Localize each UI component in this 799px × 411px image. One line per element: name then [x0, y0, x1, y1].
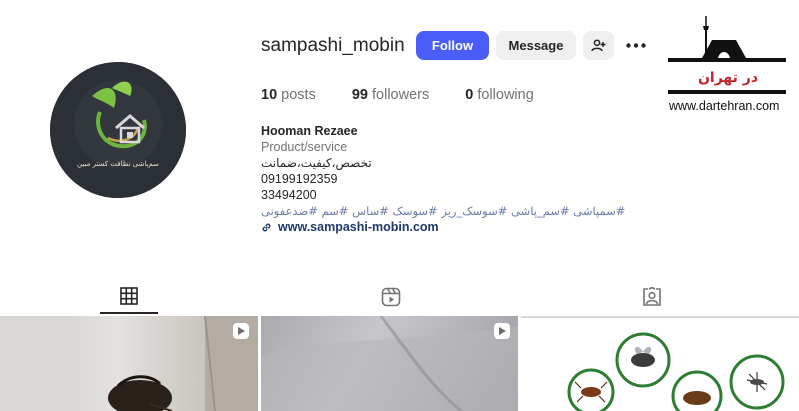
posts-label: posts: [281, 87, 316, 103]
posts-stat: 10 posts: [261, 87, 316, 103]
reel-badge: [494, 323, 510, 339]
logo-text-fa: در تهران: [698, 70, 758, 86]
post-grid: [0, 316, 799, 411]
tagged-icon: [643, 287, 661, 306]
bio-phone-landline: 33494200: [261, 188, 317, 202]
leaf-house-logo: سم‌پاشی نظافت کستر مبین: [50, 62, 186, 198]
tab-tagged[interactable]: [623, 280, 681, 314]
tab-posts[interactable]: [100, 280, 158, 314]
reel-icon: [238, 327, 245, 335]
add-user-icon: [591, 39, 606, 52]
grid-icon: [120, 287, 138, 305]
followers-count: 99: [351, 87, 368, 103]
bio-hashtags[interactable]: #سمپاشی #سم_پاشی #سوسک_ریز #سوسک #ساس #س…: [261, 203, 625, 219]
follow-button[interactable]: Follow: [416, 31, 489, 60]
more-icon: [626, 42, 646, 48]
bio-phone-mobile: 09199192359: [261, 172, 338, 186]
bio-tagline: تخصص،کیفیت،ضمانت: [261, 156, 372, 170]
bio-category: Product/service: [261, 140, 348, 154]
profile-avatar[interactable]: سم‌پاشی نظافت کستر مبین: [50, 62, 186, 198]
profile-stats: 10 posts 99 followers 0 following: [261, 87, 570, 103]
more-options-button[interactable]: [624, 37, 648, 53]
link-icon: [262, 223, 271, 231]
followers-stat[interactable]: 99 followers: [352, 87, 429, 103]
watermark-site: www.dartehran.com: [669, 99, 780, 113]
bio-website-link[interactable]: www.sampashi-mobin.com: [261, 219, 625, 235]
profile-tabs: [0, 280, 799, 314]
post-thumbnail[interactable]: [0, 316, 258, 411]
following-stat[interactable]: 0 following: [465, 87, 534, 103]
bio-website-text: www.sampashi-mobin.com: [278, 220, 439, 234]
reel-icon: [499, 327, 506, 335]
post-thumbnail[interactable]: [521, 316, 799, 411]
avatar-caption: سم‌پاشی نظافت کستر مبین: [77, 160, 159, 168]
message-button[interactable]: Message: [496, 31, 576, 60]
milad-azadi-tower-logo: در تهران: [668, 16, 786, 94]
following-label: following: [477, 87, 534, 103]
bio-name: Hooman Rezaee: [261, 124, 358, 138]
followers-label: followers: [372, 87, 430, 103]
post-thumbnail[interactable]: [261, 316, 518, 411]
dartehran-logo: در تهران: [668, 14, 786, 98]
reels-icon: [381, 287, 401, 307]
following-count: 0: [465, 87, 474, 103]
cockroach-wall-photo: [0, 316, 258, 411]
tab-reels[interactable]: [362, 280, 420, 314]
pests-circles-photo: [567, 332, 785, 411]
grey-surface-photo: [261, 316, 518, 411]
suggest-users-button[interactable]: [583, 31, 614, 60]
profile-bio: Hooman Rezaee Product/service تخصص،کیفیت…: [261, 123, 625, 235]
reel-badge: [233, 323, 249, 339]
posts-count: 10: [261, 87, 278, 103]
profile-username: sampashi_mobin: [261, 35, 405, 56]
